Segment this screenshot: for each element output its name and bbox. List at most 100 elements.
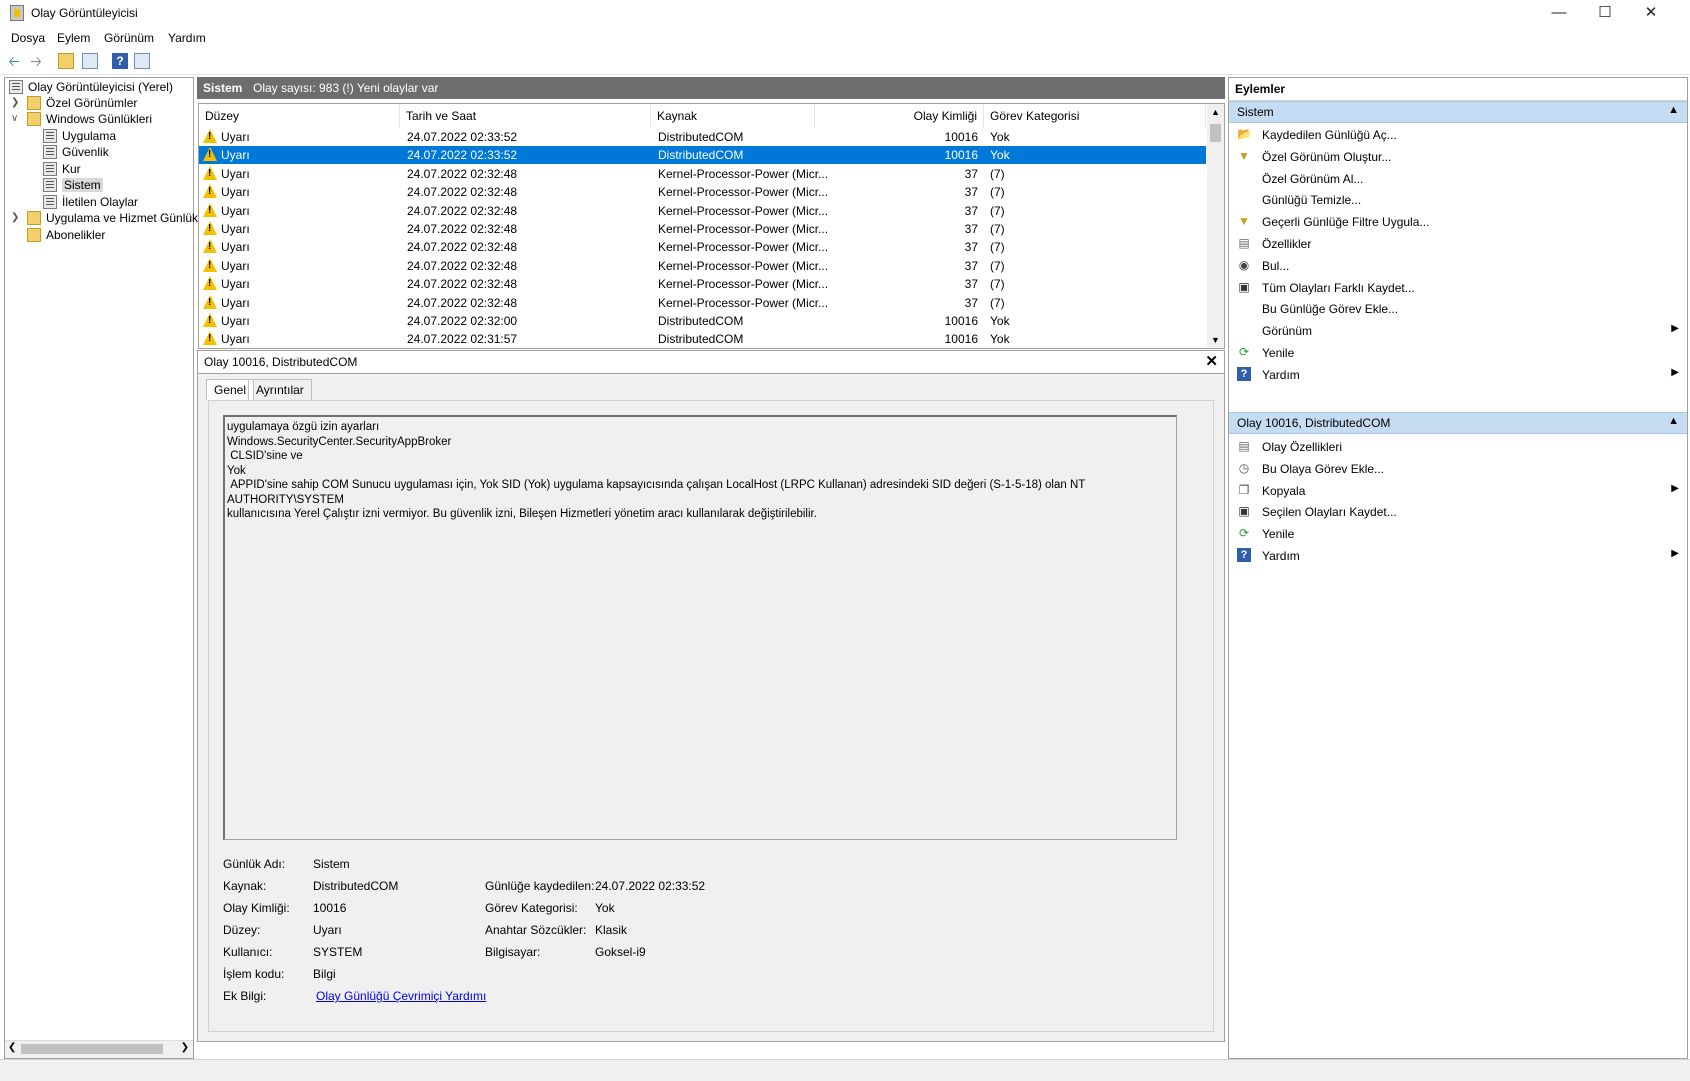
table-row[interactable]: Uyarı 24.07.2022 02:32:48 Kernel-Processor… — [199, 165, 1206, 183]
maximize-button[interactable]: ☐ — [1582, 0, 1628, 28]
online-help-link[interactable]: Olay Günlüğü Çevrimiçi Yardımı — [316, 989, 486, 1003]
level-cell: Uyarı — [221, 240, 250, 255]
action-item[interactable]: Bu Günlüğe Görev Ekle... — [1229, 298, 1687, 320]
expand-arrow-icon[interactable]: ❯ — [11, 212, 19, 223]
forward-arrow-icon[interactable]: 🡢 — [28, 53, 44, 69]
tree-horizontal-scrollbar[interactable]: ❮ ❯ — [5, 1040, 193, 1058]
up-folder-icon[interactable] — [58, 53, 74, 69]
event-detail-panel: Olay 10016, DistributedCOM ✕ Genel Ayrın… — [197, 350, 1225, 1042]
collapse-arrow-icon[interactable]: ∨ — [11, 113, 18, 124]
table-row[interactable]: Uyarı 24.07.2022 02:33:52 DistributedCOM 10… — [199, 146, 1206, 165]
action-item[interactable]: Özel Görünüm Al... — [1229, 168, 1687, 190]
menu-file[interactable]: Dosya — [11, 31, 45, 45]
event-id-cell: 10016 — [944, 314, 978, 328]
tree-node-system[interactable]: Sistem — [43, 178, 103, 195]
task-cell: Yok — [990, 148, 1010, 163]
warning-icon — [203, 239, 217, 254]
source-value: DistributedCOM — [313, 879, 399, 893]
date-cell: 24.07.2022 02:32:48 — [407, 277, 518, 292]
scroll-thumb[interactable] — [1210, 124, 1221, 142]
action-label: Özel Görünüm Al... — [1262, 171, 1364, 186]
help-icon[interactable]: ? — [112, 53, 128, 69]
tree-node-setup[interactable]: Kur — [43, 162, 81, 179]
action-item[interactable]: ⟳ Yenile — [1229, 342, 1687, 364]
table-row[interactable]: Uyarı 24.07.2022 02:32:00 DistributedCOM 10… — [199, 312, 1206, 330]
action-label: Yenile — [1262, 346, 1295, 360]
tree-node-forwarded-events[interactable]: İletilen Olaylar — [43, 195, 138, 212]
level-value: Uyarı — [313, 923, 342, 937]
tree-node-security[interactable]: Güvenlik — [43, 145, 109, 162]
column-header-task-category[interactable]: Görev Kategorisi — [984, 104, 1206, 128]
action-item[interactable]: ◷ Bu Olaya Görev Ekle... — [1229, 458, 1687, 480]
scroll-thumb[interactable] — [21, 1044, 163, 1054]
actions-section-system[interactable]: Sistem ▲ — [1229, 101, 1687, 123]
scroll-down-icon[interactable]: ▼ — [1211, 335, 1220, 345]
scroll-left-icon[interactable]: ❮ — [8, 1042, 16, 1053]
table-row[interactable]: Uyarı 24.07.2022 02:32:48 Kernel-Processor… — [199, 202, 1206, 220]
close-detail-icon[interactable]: ✕ — [1205, 352, 1218, 370]
show-hide-tree-icon[interactable] — [82, 53, 98, 69]
action-item[interactable]: ⟳ Yenile — [1229, 523, 1687, 545]
date-cell: 24.07.2022 02:32:48 — [407, 203, 518, 218]
action-item[interactable]: Görünüm ▶ — [1229, 320, 1687, 342]
title-bar: Olay Görüntüleyicisi — ☐ ✕ — [0, 0, 1690, 28]
table-row[interactable]: Uyarı 24.07.2022 02:32:48 Kernel-Processor… — [199, 275, 1206, 293]
action-item[interactable]: ▼ Özel Görünüm Oluştur... — [1229, 146, 1687, 168]
source-cell: Kernel-Processor-Power (Micr... — [658, 295, 829, 310]
level-cell: Uyarı — [221, 166, 250, 181]
tab-details[interactable]: Ayrıntılar — [248, 379, 312, 401]
action-item[interactable]: ? Yardım ▶ — [1229, 545, 1687, 567]
event-id-cell: 10016 — [944, 130, 978, 144]
collapse-section-icon[interactable]: ▲ — [1668, 415, 1679, 427]
tree-node-application[interactable]: Uygulama — [43, 129, 116, 146]
column-header-date-time[interactable]: Tarih ve Saat — [400, 104, 651, 128]
action-item[interactable]: ▣ Tüm Olayları Farklı Kaydet... — [1229, 277, 1687, 299]
table-row[interactable]: Uyarı 24.07.2022 02:32:48 Kernel-Processor… — [199, 220, 1206, 238]
show-hide-action-pane-icon[interactable] — [134, 53, 150, 69]
tree-node-custom-views[interactable]: ❯ Özel Görünümler — [9, 96, 137, 113]
tab-general[interactable]: Genel — [206, 379, 255, 401]
action-item[interactable]: ◉ Bul... — [1229, 255, 1687, 277]
column-header-level[interactable]: Düzey — [199, 104, 400, 128]
action-item[interactable]: ▣ Seçilen Olayları Kaydet... — [1229, 501, 1687, 523]
table-row[interactable]: Uyarı 24.07.2022 02:32:48 Kernel-Processor… — [199, 183, 1206, 201]
actions-section-event[interactable]: Olay 10016, DistributedCOM ▲ — [1229, 412, 1687, 434]
source-cell: DistributedCOM — [658, 314, 744, 328]
action-label: Bul... — [1262, 258, 1290, 273]
action-item[interactable]: ▼ Geçerli Günlüğe Filtre Uygula... — [1229, 211, 1687, 233]
expand-arrow-icon[interactable]: ❯ — [11, 97, 19, 108]
event-id-cell: 37 — [964, 295, 978, 310]
menu-action[interactable]: Eylem — [57, 31, 90, 45]
warning-icon — [203, 331, 217, 346]
action-label: Kopyala — [1262, 483, 1306, 498]
table-row[interactable]: Uyarı 24.07.2022 02:32:48 Kernel-Processor… — [199, 294, 1206, 312]
tree-node-app-service-logs[interactable]: ❯ Uygulama ve Hizmet Günlük — [9, 211, 198, 228]
action-item[interactable]: ▤ Olay Özellikleri — [1229, 436, 1687, 458]
tree-node-subscriptions[interactable]: Abonelikler — [27, 228, 105, 245]
event-message[interactable]: uygulamaya özgü izin ayarları Windows.Se… — [223, 415, 1177, 840]
scroll-right-icon[interactable]: ❯ — [181, 1042, 189, 1053]
action-item[interactable]: 📂 Kaydedilen Günlüğü Aç... — [1229, 124, 1687, 146]
action-item[interactable]: ▤ Özellikler — [1229, 233, 1687, 255]
event-list-scrollbar[interactable]: ▲ ▼ — [1207, 104, 1224, 348]
collapse-section-icon[interactable]: ▲ — [1668, 104, 1679, 116]
minimize-button[interactable]: — — [1536, 0, 1582, 28]
table-row[interactable]: Uyarı 24.07.2022 02:31:57 DistributedCOM 10… — [199, 330, 1206, 348]
column-header-source[interactable]: Kaynak — [651, 104, 815, 128]
action-item[interactable]: Günlüğü Temizle... — [1229, 189, 1687, 211]
action-item[interactable]: ❐ Kopyala ▶ — [1229, 480, 1687, 502]
tree-node-windows-logs[interactable]: ∨ Windows Günlükleri — [9, 112, 152, 129]
table-row[interactable]: Uyarı 24.07.2022 02:32:48 Kernel-Processor… — [199, 238, 1206, 256]
menu-view[interactable]: Görünüm — [104, 31, 154, 45]
menu-help[interactable]: Yardım — [168, 31, 206, 45]
column-header-event-id[interactable]: Olay Kimliği — [815, 104, 984, 128]
scroll-up-icon[interactable]: ▲ — [1211, 107, 1220, 117]
tree-node-root[interactable]: Olay Görüntüleyicisi (Yerel) — [9, 80, 173, 97]
action-item[interactable]: ? Yardım ▶ — [1229, 364, 1687, 386]
close-button[interactable]: ✕ — [1628, 0, 1674, 28]
table-row[interactable]: Uyarı 24.07.2022 02:33:52 DistributedCOM 10… — [199, 128, 1206, 146]
back-arrow-icon[interactable]: 🡠 — [6, 53, 22, 69]
table-row[interactable]: Uyarı 24.07.2022 02:32:48 Kernel-Processor… — [199, 257, 1206, 275]
warning-icon — [203, 202, 217, 217]
action-label: Yardım — [1262, 549, 1300, 563]
